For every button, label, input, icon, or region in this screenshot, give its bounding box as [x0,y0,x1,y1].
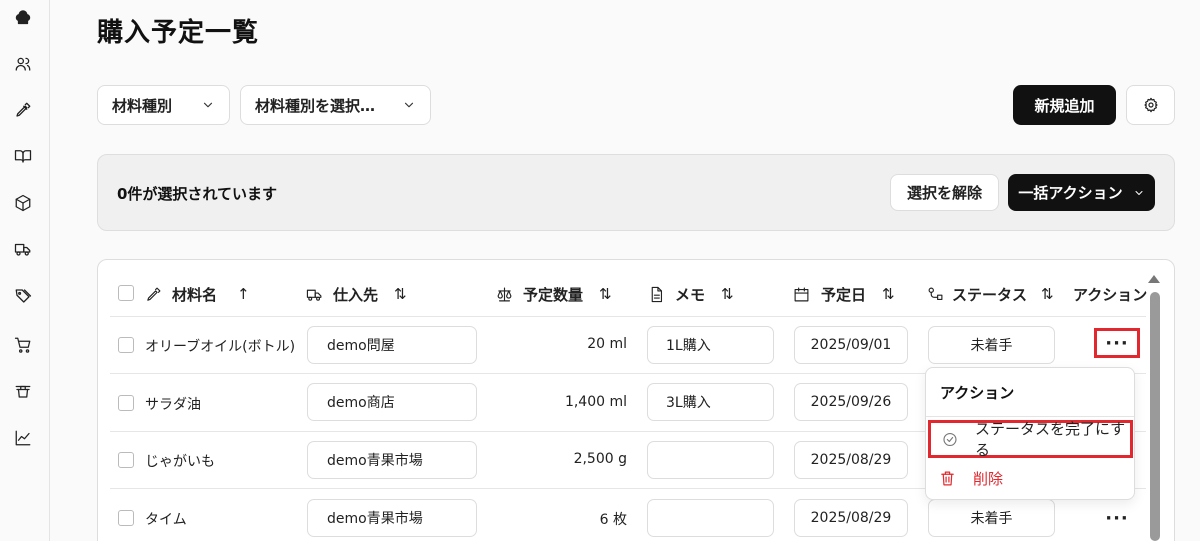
sort-icon[interactable]: ⇅ [1041,285,1054,303]
select-all-checkbox[interactable] [118,285,134,301]
row-checkbox[interactable] [118,337,134,353]
cell-date[interactable]: 2025/08/29 [794,441,908,479]
sort-icon[interactable]: ⇅ [394,285,407,303]
cell-memo[interactable]: 3L購入 [647,383,774,421]
cell-name: タイム [145,512,187,528]
cell-memo[interactable]: 1L購入 [647,326,774,364]
calendar-icon [794,287,809,301]
chevron-down-icon [1135,190,1143,195]
clear-selection-button[interactable]: 選択を解除 [890,174,999,211]
scroll-up-arrow-icon[interactable] [1148,275,1160,283]
cell-supplier[interactable]: demo青果市場 [307,441,477,479]
cell-name: オリーブオイル(ボトル) [145,339,296,355]
row-checkbox[interactable] [118,395,134,411]
add-new-button[interactable]: 新規追加 [1013,85,1116,125]
trash-basket-icon[interactable] [12,380,34,402]
trash-icon [941,471,954,485]
users-icon[interactable] [12,53,34,75]
column-header-quantity-label: 予定数量 [523,285,584,304]
cell-quantity: 6 枚 [599,512,627,528]
pen-icon[interactable] [12,99,34,121]
bulk-action-button[interactable]: 一括アクション [1008,174,1155,211]
chevron-down-icon [404,102,414,108]
menu-item-complete-status[interactable]: ステータスを完了にする [928,420,1133,459]
add-new-button-label: 新規追加 [1034,96,1095,115]
menu-item-delete[interactable]: 削除 [928,459,1133,497]
cart-icon[interactable] [12,334,34,356]
action-menu: アクション ステータスを完了にする 削除 [925,367,1135,500]
page-title: 購入予定一覧 [97,18,260,48]
chart-line-icon[interactable] [12,427,34,449]
column-header-date[interactable]: 予定日 ⇅ [793,283,895,305]
material-type-select[interactable]: 材料種別を選択… [240,85,431,125]
cell-memo[interactable] [647,441,774,479]
cell-name: じゃがいも [145,454,215,470]
chevron-down-icon [203,102,213,108]
pen-icon [147,287,161,301]
column-header-supplier[interactable]: 仕入先 ⇅ [306,283,407,305]
scale-icon [497,287,512,301]
cell-name: サラダ油 [145,397,201,413]
menu-item-delete-label: 削除 [973,469,1004,488]
action-menu-title: アクション [940,384,1015,402]
cell-date[interactable]: 2025/09/26 [794,383,908,421]
row-more-button[interactable]: ··· [1094,503,1140,533]
column-header-status-label: ステータス [952,285,1028,304]
status-flow-icon [928,287,943,300]
cell-quantity: 20 ml [587,336,627,352]
menu-item-complete-label: ステータスを完了にする [974,420,1126,459]
cell-supplier[interactable]: demo問屋 [307,326,477,364]
book-icon[interactable] [12,145,34,167]
cell-supplier[interactable]: demo商店 [307,383,477,421]
sort-icon[interactable]: ⇅ [721,285,734,303]
column-header-action: アクション [1073,283,1147,305]
column-header-supplier-label: 仕入先 [333,285,379,304]
cell-supplier[interactable]: demo青果市場 [307,499,477,537]
sort-icon[interactable]: ⇅ [599,285,612,303]
cell-status[interactable]: 未着手 [928,326,1055,364]
material-type-filter[interactable]: 材料種別 [97,85,230,125]
column-header-memo-label: メモ [675,285,706,304]
column-header-name-label: 材料名 [172,285,218,304]
check-circle-icon [943,432,957,446]
material-type-select-label: 材料種別を選択… [255,96,376,115]
menu-divider [926,416,1134,417]
truck-icon[interactable] [12,238,34,260]
row-divider [110,316,1146,317]
scrollbar-thumb[interactable] [1150,292,1160,541]
column-header-name[interactable]: 材料名 ↑ [145,283,250,305]
cell-quantity: 2,500 g [573,451,627,467]
cell-date[interactable]: 2025/08/29 [794,499,908,537]
bulk-action-label: 一括アクション [1018,184,1123,202]
column-header-action-label: アクション [1073,285,1148,304]
file-text-icon [651,286,663,302]
truck-icon [306,289,322,301]
settings-button[interactable] [1126,85,1175,125]
package-icon[interactable] [12,192,34,214]
cell-date[interactable]: 2025/09/01 [794,326,908,364]
row-checkbox[interactable] [118,452,134,468]
column-header-quantity[interactable]: 予定数量 ⇅ [496,283,612,305]
sort-asc-icon[interactable]: ↑ [237,285,250,303]
chef-hat-icon[interactable] [12,8,34,30]
row-more-button[interactable]: ··· [1094,328,1140,358]
sidebar [0,0,50,541]
column-header-date-label: 予定日 [821,285,867,304]
gear-icon [1143,97,1158,113]
cell-quantity: 1,400 ml [564,394,627,410]
column-header-status[interactable]: ステータス ⇅ [927,283,1054,305]
clear-selection-label: 選択を解除 [906,184,982,202]
material-type-filter-label: 材料種別 [112,96,173,115]
row-checkbox[interactable] [118,510,134,526]
column-header-memo[interactable]: メモ ⇅ [648,283,734,305]
sort-icon[interactable]: ⇅ [882,285,895,303]
selection-count: 0件が選択されています [117,185,277,203]
cell-status[interactable]: 未着手 [928,499,1055,537]
cell-memo[interactable] [647,499,774,537]
tags-icon[interactable] [12,285,34,307]
